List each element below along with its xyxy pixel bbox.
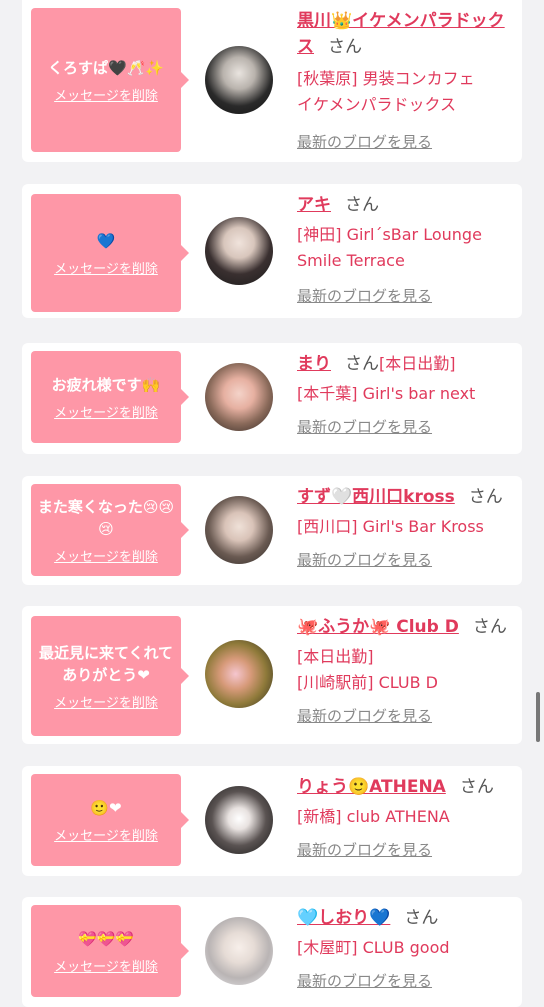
- message-bubble: くろすぱ🖤🥂✨ メッセージを削除: [31, 8, 189, 152]
- avatar[interactable]: [205, 217, 273, 285]
- attendance-status: [本日出勤]: [379, 354, 456, 373]
- message-text: 💝💝💝: [77, 929, 135, 948]
- message-text: お疲れ様です🙌: [51, 375, 161, 394]
- honorific: さん: [328, 37, 362, 57]
- cast-name-link[interactable]: アキ: [297, 195, 331, 215]
- message-bubble: 💝💝💝 メッセージを削除: [31, 905, 189, 997]
- latest-blog-link[interactable]: 最新のブログを見る: [297, 971, 517, 991]
- shop-info: [秋葉原] 男装コンカフェ: [297, 69, 475, 88]
- latest-blog-link[interactable]: 最新のブログを見る: [297, 550, 517, 570]
- delete-message-link[interactable]: メッセージを削除: [54, 85, 158, 104]
- shop-info: Smile Terrace: [297, 251, 405, 270]
- message-card: 💙 メッセージを削除 アキ さん [神田] Girl´sBar Lounge Sm…: [22, 184, 522, 318]
- latest-blog-link[interactable]: 最新のブログを見る: [297, 706, 517, 726]
- delete-message-link[interactable]: メッセージを削除: [54, 825, 158, 844]
- delete-message-link[interactable]: メッセージを削除: [54, 546, 158, 565]
- message-bubble: また寒くなった😢😢😢 メッセージを削除: [31, 484, 189, 576]
- message-text: 💙: [96, 231, 116, 250]
- message-bubble: お疲れ様です🙌 メッセージを削除: [31, 351, 189, 443]
- latest-blog-link[interactable]: 最新のブログを見る: [297, 417, 517, 437]
- delete-message-link[interactable]: メッセージを削除: [54, 956, 158, 975]
- message-card: お疲れ様です🙌 メッセージを削除 まり さん[本日出勤] [本千葉] Girl's…: [22, 343, 522, 454]
- honorific: さん: [472, 617, 507, 637]
- delete-message-link[interactable]: メッセージを削除: [54, 402, 158, 421]
- message-card: また寒くなった😢😢😢 メッセージを削除 すず🤍西川口kross さん [西川口] …: [22, 476, 522, 585]
- message-card: 🙂❤ メッセージを削除 りょう🙂ATHENA さん [新橋] club ATHEN…: [22, 766, 522, 876]
- cast-name-link[interactable]: まり: [297, 354, 331, 374]
- shop-info: イケメンパラドックス: [297, 95, 457, 114]
- avatar[interactable]: [205, 917, 273, 985]
- cast-name-link[interactable]: りょう🙂ATHENA: [297, 777, 446, 797]
- message-bubble: 最近見に来てくれてありがとう❤ メッセージを削除: [31, 616, 189, 736]
- shop-info: [新橋] club ATHENA: [297, 807, 450, 826]
- shop-info: [木屋町] CLUB good: [297, 938, 450, 957]
- honorific: さん: [459, 777, 494, 797]
- message-text: 🙂❤: [90, 798, 122, 817]
- message-card: 最近見に来てくれてありがとう❤ メッセージを削除 🐙ふうか🐙 Club D さん …: [22, 606, 522, 744]
- cast-name-link[interactable]: すず🤍西川口kross: [297, 487, 455, 507]
- scrollbar[interactable]: [536, 692, 540, 742]
- delete-message-link[interactable]: メッセージを削除: [54, 258, 158, 277]
- shop-info: [本日出勤]: [297, 647, 374, 666]
- shop-info: [西川口] Girl's Bar Kross: [297, 517, 484, 536]
- message-card: くろすぱ🖤🥂✨ メッセージを削除 黒川👑イケメンパラドックス さん [秋葉原] 男…: [22, 0, 522, 162]
- honorific: さん: [404, 908, 439, 928]
- message-text: 最近見に来てくれてありがとう❤: [38, 643, 174, 684]
- honorific: さん: [468, 487, 503, 507]
- message-card: 💝💝💝 メッセージを削除 🩵しおり💙 さん [木屋町] CLUB good 最新の…: [22, 897, 522, 1007]
- cast-name-link[interactable]: 🐙ふうか🐙 Club D: [297, 617, 459, 637]
- delete-message-link[interactable]: メッセージを削除: [54, 692, 158, 711]
- avatar[interactable]: [205, 640, 273, 708]
- latest-blog-link[interactable]: 最新のブログを見る: [297, 132, 517, 152]
- shop-info: [神田] Girl´sBar Lounge: [297, 225, 482, 244]
- shop-info: [川崎駅前] CLUB D: [297, 673, 438, 692]
- honorific: さん: [345, 195, 379, 215]
- message-text: くろすぱ🖤🥂✨: [47, 58, 165, 77]
- message-text: また寒くなった😢😢😢: [37, 497, 175, 538]
- avatar[interactable]: [205, 46, 273, 114]
- latest-blog-link[interactable]: 最新のブログを見る: [297, 840, 517, 860]
- shop-info: [本千葉] Girl's bar next: [297, 384, 476, 403]
- message-bubble: 🙂❤ メッセージを削除: [31, 774, 189, 866]
- avatar[interactable]: [205, 496, 273, 564]
- honorific: さん: [345, 354, 379, 374]
- cast-name-link[interactable]: 🩵しおり💙: [297, 908, 390, 928]
- latest-blog-link[interactable]: 最新のブログを見る: [297, 286, 517, 306]
- avatar[interactable]: [205, 363, 273, 431]
- message-bubble: 💙 メッセージを削除: [31, 194, 189, 312]
- avatar[interactable]: [205, 786, 273, 854]
